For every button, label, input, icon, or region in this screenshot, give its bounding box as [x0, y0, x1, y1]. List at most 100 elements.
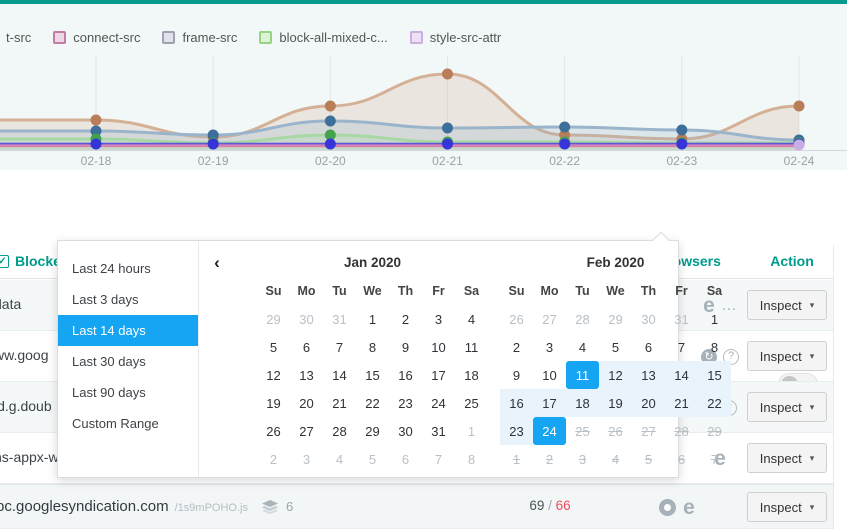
calendar-day[interactable]: 16: [500, 389, 533, 417]
calendar-day[interactable]: 19: [599, 389, 632, 417]
calendar-day[interactable]: 13: [290, 361, 323, 389]
inspect-button[interactable]: Inspect▾: [747, 443, 827, 473]
calendar-day[interactable]: 11: [455, 333, 488, 361]
calendar-day[interactable]: 22: [356, 389, 389, 417]
data-point[interactable]: [676, 139, 687, 150]
data-point[interactable]: [325, 139, 336, 150]
divider: [198, 241, 199, 477]
calendar-day[interactable]: 16: [389, 361, 422, 389]
calendar-day[interactable]: 14: [323, 361, 356, 389]
date-preset-item[interactable]: Last 90 days: [58, 377, 198, 408]
data-point[interactable]: [91, 139, 102, 150]
data-point[interactable]: [676, 125, 687, 136]
data-point[interactable]: [559, 139, 570, 150]
date-preset-item[interactable]: Last 24 hours: [58, 253, 198, 284]
calendar-day[interactable]: 10: [533, 361, 566, 389]
calendar-day[interactable]: 15: [356, 361, 389, 389]
data-point[interactable]: [442, 139, 453, 150]
calendar-day[interactable]: 29: [356, 417, 389, 445]
calendar-day[interactable]: 28: [323, 417, 356, 445]
calendar-day[interactable]: 27: [290, 417, 323, 445]
legend-item[interactable]: connect-src: [53, 30, 140, 45]
date-preset-item[interactable]: Last 30 days: [58, 346, 198, 377]
calendar-prev-icon[interactable]: ‹: [208, 253, 226, 273]
calendar-day[interactable]: 6: [290, 333, 323, 361]
calendar-day[interactable]: 20: [290, 389, 323, 417]
calendar-day[interactable]: 26: [257, 417, 290, 445]
calendar-day[interactable]: 1: [698, 305, 731, 333]
directives-count: 6: [262, 499, 293, 514]
weekday-label: Tu: [566, 277, 599, 305]
calendar-day[interactable]: 5: [257, 333, 290, 361]
calendar-day[interactable]: 14: [665, 361, 698, 389]
calendar-day[interactable]: 8: [698, 333, 731, 361]
calendar-day[interactable]: 4: [455, 305, 488, 333]
inspect-button[interactable]: Inspect▾: [747, 290, 827, 320]
calendar-day[interactable]: 1: [356, 305, 389, 333]
legend-item[interactable]: t-src: [6, 30, 31, 45]
calendar-day[interactable]: 6: [632, 333, 665, 361]
data-point[interactable]: [442, 69, 453, 80]
legend-label: style-src-attr: [430, 30, 502, 45]
date-preset-item[interactable]: Last 3 days: [58, 284, 198, 315]
chrome-browser-icon: [659, 499, 676, 516]
legend-swatch-icon: [410, 31, 423, 44]
calendar-day[interactable]: 24: [533, 417, 566, 445]
calendar-day[interactable]: 7: [323, 333, 356, 361]
calendar-day[interactable]: 17: [422, 361, 455, 389]
data-point[interactable]: [442, 123, 453, 134]
weekday-label: Th: [632, 277, 665, 305]
calendar-day[interactable]: 18: [455, 361, 488, 389]
calendar-day[interactable]: 2: [389, 305, 422, 333]
calendar-day[interactable]: 22: [698, 389, 731, 417]
calendar-day: 26: [500, 305, 533, 333]
calendar-day[interactable]: 23: [389, 389, 422, 417]
data-point[interactable]: [325, 116, 336, 127]
calendar-day[interactable]: 10: [422, 333, 455, 361]
legend-item[interactable]: frame-src: [162, 30, 237, 45]
calendar-day[interactable]: 23: [500, 417, 533, 445]
inspect-button[interactable]: Inspect▾: [747, 492, 827, 522]
calendar-day[interactable]: 9: [389, 333, 422, 361]
calendar-day: 27: [632, 417, 665, 445]
calendar-day[interactable]: 8: [356, 333, 389, 361]
date-preset-item[interactable]: Last 14 days: [58, 315, 198, 346]
calendar-day: 5: [632, 445, 665, 473]
calendar-day[interactable]: 24: [422, 389, 455, 417]
calendar-day[interactable]: 7: [665, 333, 698, 361]
calendar-day[interactable]: 20: [632, 389, 665, 417]
data-point[interactable]: [325, 101, 336, 112]
calendar-day[interactable]: 25: [455, 389, 488, 417]
data-point[interactable]: [794, 101, 805, 112]
calendar-day[interactable]: 2: [500, 333, 533, 361]
inspect-button[interactable]: Inspect▾: [747, 392, 827, 422]
calendar-week-row: 16171819202122: [500, 389, 731, 417]
calendar-day[interactable]: 5: [599, 333, 632, 361]
calendar-day[interactable]: 13: [632, 361, 665, 389]
inspect-button[interactable]: Inspect▾: [747, 341, 827, 371]
calendar-day[interactable]: 21: [665, 389, 698, 417]
calendar-day[interactable]: 15: [698, 361, 731, 389]
calendar-day[interactable]: 12: [599, 361, 632, 389]
calendar-day[interactable]: 18: [566, 389, 599, 417]
calendar-day[interactable]: 11: [566, 361, 599, 389]
calendar-day[interactable]: 17: [533, 389, 566, 417]
calendar-week-row: 2345678: [500, 333, 731, 361]
calendar-day[interactable]: 31: [422, 417, 455, 445]
calendar-day[interactable]: 4: [566, 333, 599, 361]
calendar-day[interactable]: 19: [257, 389, 290, 417]
data-point[interactable]: [91, 115, 102, 126]
data-point[interactable]: [559, 122, 570, 133]
legend-item[interactable]: style-src-attr: [410, 30, 502, 45]
calendar-day[interactable]: 9: [500, 361, 533, 389]
data-point[interactable]: [208, 139, 219, 150]
data-point[interactable]: [794, 140, 805, 151]
calendar-day[interactable]: 3: [533, 333, 566, 361]
table-row[interactable]: pc.googlesyndication.com/1s9mPOHO.js 6 6…: [0, 484, 833, 529]
calendar-day[interactable]: 3: [422, 305, 455, 333]
legend-item[interactable]: block-all-mixed-c...: [259, 30, 387, 45]
date-preset-item[interactable]: Custom Range: [58, 408, 198, 439]
calendar-day[interactable]: 12: [257, 361, 290, 389]
calendar-day[interactable]: 30: [389, 417, 422, 445]
calendar-day[interactable]: 21: [323, 389, 356, 417]
